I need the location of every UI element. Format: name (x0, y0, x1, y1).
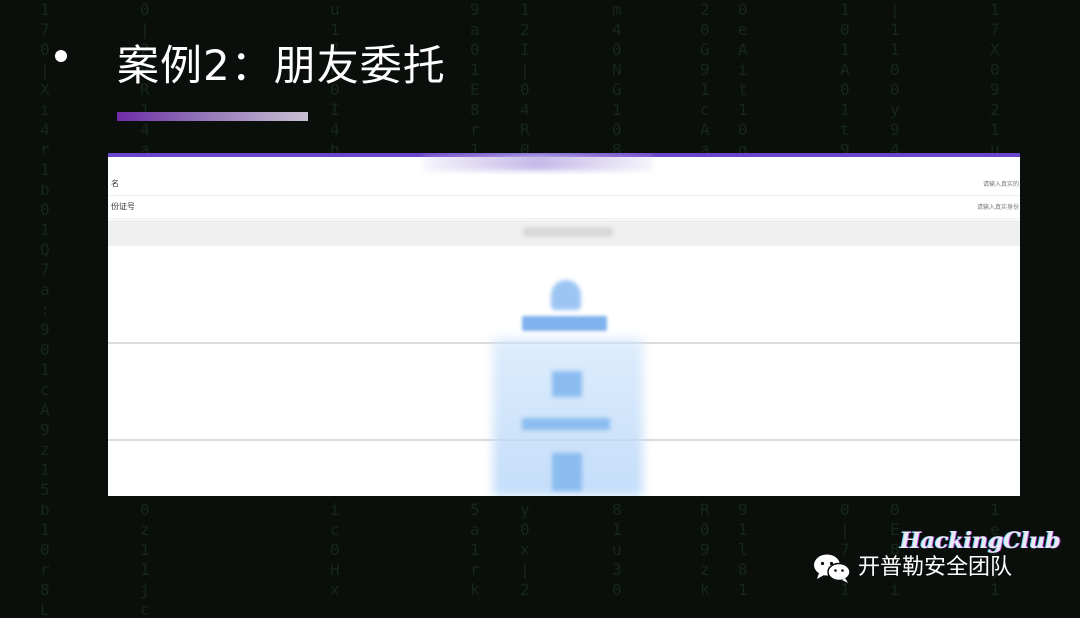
section-band (108, 220, 1020, 246)
title-underline (117, 112, 308, 121)
id-number-input-hint: 请输入真实身份 (976, 204, 1019, 211)
redacted-header (423, 153, 653, 171)
embedded-screenshot: 名 请输入真实的 份证号 请输入真实身份 (108, 153, 1020, 496)
name-label: 名 (111, 179, 119, 188)
redacted-block (552, 371, 582, 397)
upload-button (522, 316, 607, 331)
id-number-row: 份证号 请输入真实身份 (108, 198, 1020, 219)
id-number-label: 份证号 (111, 202, 135, 211)
wechat-icon (814, 554, 851, 583)
redacted-block (522, 418, 610, 430)
watermark-text: 开普勒安全团队 (858, 555, 1013, 580)
watermark: HackingClub 开普勒安全团队 (812, 528, 1072, 608)
redacted-block (552, 453, 582, 491)
hackingclub-logo: HackingClub (900, 528, 1061, 554)
name-row: 名 请输入真实的 (108, 175, 1020, 196)
upload-icon (551, 280, 581, 310)
slide-title: 案例2：朋友委托 (117, 41, 446, 90)
redacted-section-text (523, 227, 613, 237)
bullet-icon (55, 50, 67, 62)
name-input-hint: 请输入真实的 (982, 181, 1019, 188)
